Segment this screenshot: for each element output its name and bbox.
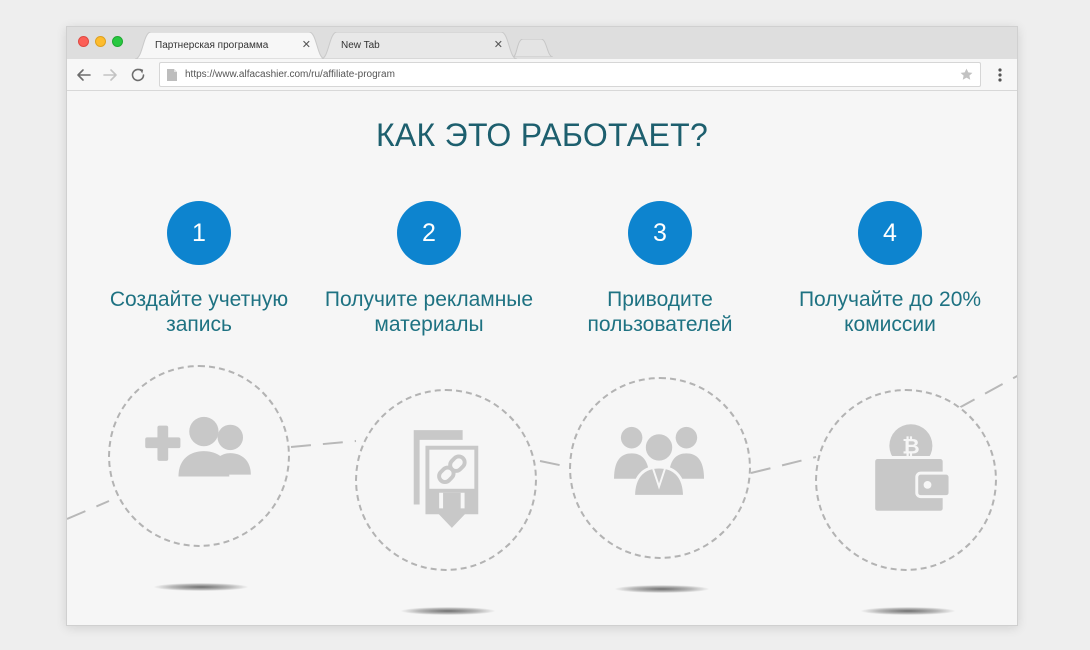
- url-text[interactable]: https://www.alfacashier.com/ru/affiliate…: [185, 63, 395, 86]
- arrow-left-icon[interactable]: [75, 66, 93, 84]
- tab-label: Партнерская программа: [155, 40, 269, 51]
- step-4-circle: ₿: [815, 389, 997, 571]
- reload-icon[interactable]: [129, 66, 147, 84]
- tab-close-icon[interactable]: ✕: [302, 32, 311, 59]
- step-2-number: 2: [397, 201, 461, 265]
- close-window-button[interactable]: [78, 36, 89, 47]
- page-content: КАК ЭТО РАБОТАЕТ? 1 Создайте учетную зап…: [67, 91, 1017, 625]
- step-3-circle: [569, 377, 751, 559]
- tab-label: New Tab: [341, 40, 380, 51]
- step-4-shadow: [861, 607, 955, 615]
- more-vertical-icon[interactable]: [993, 67, 1007, 83]
- browser-window: Партнерская программа ✕ New Tab ✕ https:…: [66, 26, 1018, 626]
- svg-text:₿: ₿: [902, 435, 920, 460]
- download-link-icon: [413, 430, 479, 528]
- bitcoin-wallet-icon: ₿: [872, 424, 952, 514]
- step-4-number: 4: [858, 201, 922, 265]
- browser-toolbar: https://www.alfacashier.com/ru/affiliate…: [67, 59, 1017, 91]
- step-2-circle: [355, 389, 537, 571]
- new-tab-button[interactable]: [513, 39, 553, 57]
- step-2-shadow: [401, 607, 495, 615]
- step-3-shadow: [615, 585, 709, 593]
- page-icon: [167, 69, 177, 81]
- arrow-right-icon[interactable]: [101, 66, 119, 84]
- step-3-number: 3: [628, 201, 692, 265]
- address-bar[interactable]: https://www.alfacashier.com/ru/affiliate…: [159, 62, 981, 87]
- tab-new-tab[interactable]: New Tab ✕: [321, 32, 517, 59]
- step-3-text: Приводите пользователей: [587, 288, 733, 336]
- minimize-window-button[interactable]: [95, 36, 106, 47]
- maximize-window-button[interactable]: [112, 36, 123, 47]
- step-2-text: Получите рекламные материалы: [324, 288, 534, 336]
- tab-close-icon[interactable]: ✕: [494, 32, 503, 59]
- step-1-circle: [108, 365, 290, 547]
- step-1-text: Создайте учетную запись: [109, 288, 289, 336]
- title-bar: Партнерская программа ✕ New Tab ✕: [67, 27, 1017, 59]
- add-user-icon: [145, 416, 251, 477]
- step-4-text: Получайте до 20% комиссии: [798, 288, 982, 336]
- new-tab-icon: [513, 39, 553, 57]
- page-title: КАК ЭТО РАБОТАЕТ?: [375, 117, 709, 153]
- step-1-number: 1: [167, 201, 231, 265]
- step-1-shadow: [154, 583, 248, 591]
- users-group-icon: [614, 426, 705, 498]
- star-icon[interactable]: [959, 67, 974, 82]
- tab-affiliate-program[interactable]: Партнерская программа ✕: [135, 32, 325, 59]
